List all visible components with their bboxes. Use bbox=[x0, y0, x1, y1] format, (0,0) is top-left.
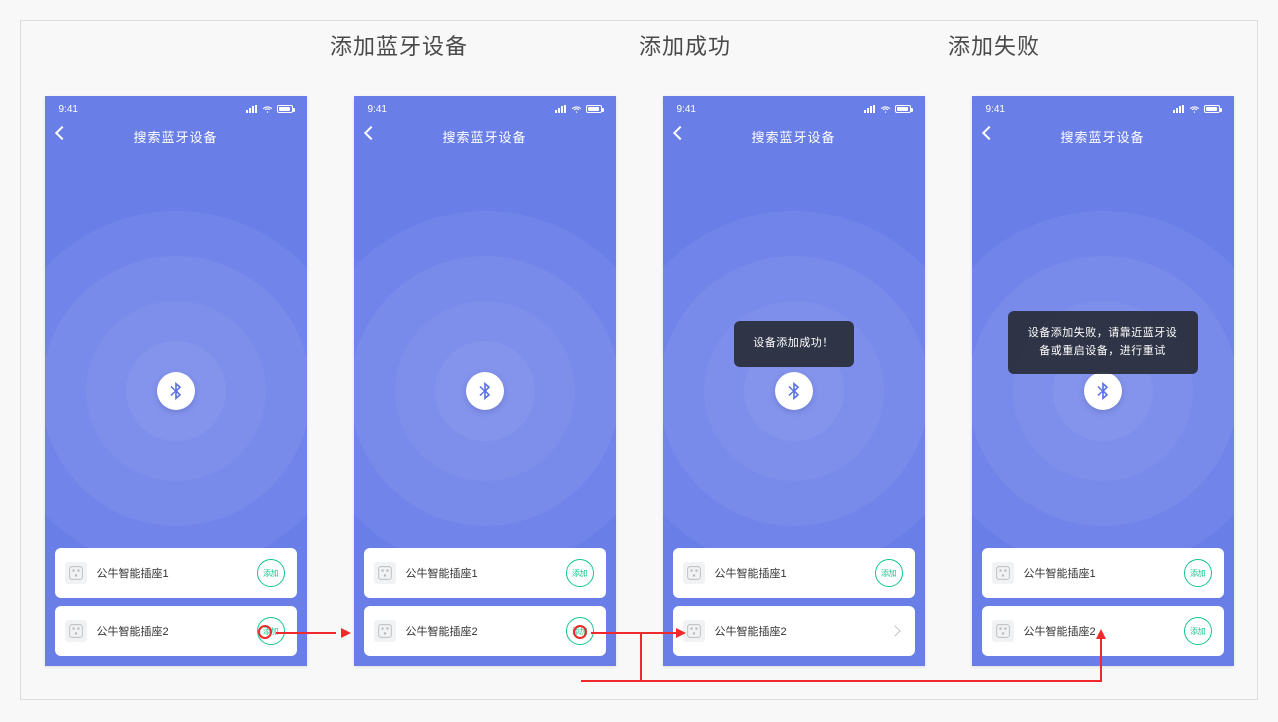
status-bar: 9:41 bbox=[663, 96, 925, 116]
device-name: 公牛智能插座1 bbox=[406, 565, 566, 581]
screen-4: 9:41 搜索蓝牙设备 设备添加失败，请靠近蓝牙设备或重启设备，进行重试 bbox=[972, 96, 1234, 666]
status-time: 9:41 bbox=[368, 104, 387, 115]
navbar: 搜索蓝牙设备 bbox=[354, 116, 616, 156]
device-row[interactable]: 公牛智能插座2 bbox=[673, 606, 915, 656]
battery-icon bbox=[586, 105, 602, 113]
bluetooth-icon bbox=[157, 372, 195, 410]
status-bar: 9:41 bbox=[354, 96, 616, 116]
add-button[interactable]: 添加 bbox=[875, 559, 903, 587]
device-name: 公牛智能插座2 bbox=[715, 623, 891, 639]
bluetooth-icon bbox=[775, 372, 813, 410]
device-name: 公牛智能插座2 bbox=[406, 623, 566, 639]
wifi-icon bbox=[262, 105, 273, 114]
label-fail: 添加失败 bbox=[948, 29, 1257, 61]
add-button[interactable]: 添加 bbox=[1184, 559, 1212, 587]
signal-icon bbox=[246, 105, 258, 113]
socket-icon bbox=[992, 620, 1014, 642]
signal-icon bbox=[1173, 105, 1185, 113]
radar bbox=[972, 211, 1234, 571]
wifi-icon bbox=[1189, 105, 1200, 114]
add-button[interactable]: 添加 bbox=[257, 559, 285, 587]
back-icon[interactable] bbox=[981, 126, 995, 140]
add-button[interactable]: 添加 bbox=[566, 559, 594, 587]
success-toast: 设备添加成功！ bbox=[734, 321, 854, 367]
add-button[interactable]: 添加 bbox=[566, 617, 594, 645]
back-icon[interactable] bbox=[54, 126, 68, 140]
device-row: 公牛智能插座2 添加 bbox=[55, 606, 297, 656]
signal-icon bbox=[555, 105, 567, 113]
status-time: 9:41 bbox=[986, 104, 1005, 115]
device-row: 公牛智能插座1 添加 bbox=[55, 548, 297, 598]
device-row: 公牛智能插座1 添加 bbox=[673, 548, 915, 598]
battery-icon bbox=[895, 105, 911, 113]
wifi-icon bbox=[880, 105, 891, 114]
bluetooth-icon bbox=[466, 372, 504, 410]
add-button[interactable]: 添加 bbox=[257, 617, 285, 645]
flow-diagram: 添加蓝牙设备 添加成功 添加失败 9:41 搜索蓝牙设备 bbox=[20, 20, 1258, 700]
socket-icon bbox=[683, 562, 705, 584]
radar bbox=[45, 211, 307, 571]
screens-row: 9:41 搜索蓝牙设备 公牛智能插座1 bbox=[21, 96, 1257, 666]
status-time: 9:41 bbox=[677, 104, 696, 115]
navbar: 搜索蓝牙设备 bbox=[663, 116, 925, 156]
bluetooth-icon bbox=[1084, 372, 1122, 410]
page-title: 搜索蓝牙设备 bbox=[133, 127, 217, 146]
device-row: 公牛智能插座1 添加 bbox=[982, 548, 1224, 598]
column-labels: 添加蓝牙设备 添加成功 添加失败 bbox=[21, 29, 1257, 61]
navbar: 搜索蓝牙设备 bbox=[45, 116, 307, 156]
status-bar: 9:41 bbox=[972, 96, 1234, 116]
socket-icon bbox=[683, 620, 705, 642]
add-button[interactable]: 添加 bbox=[1184, 617, 1212, 645]
wifi-icon bbox=[571, 105, 582, 114]
back-icon[interactable] bbox=[672, 126, 686, 140]
signal-icon bbox=[864, 105, 876, 113]
screen-1: 9:41 搜索蓝牙设备 公牛智能插座1 bbox=[45, 96, 307, 666]
socket-icon bbox=[374, 620, 396, 642]
page-title: 搜索蓝牙设备 bbox=[442, 127, 526, 146]
device-name: 公牛智能插座1 bbox=[715, 565, 875, 581]
battery-icon bbox=[1204, 105, 1220, 113]
socket-icon bbox=[992, 562, 1014, 584]
socket-icon bbox=[374, 562, 396, 584]
chevron-right-icon bbox=[889, 625, 900, 636]
page-title: 搜索蓝牙设备 bbox=[751, 127, 835, 146]
socket-icon bbox=[65, 620, 87, 642]
device-name: 公牛智能插座1 bbox=[97, 565, 257, 581]
socket-icon bbox=[65, 562, 87, 584]
device-name: 公牛智能插座1 bbox=[1024, 565, 1184, 581]
screen-3: 9:41 搜索蓝牙设备 设备添加成功！ bbox=[663, 96, 925, 666]
screen-2: 9:41 搜索蓝牙设备 公牛智能插座1 bbox=[354, 96, 616, 666]
status-time: 9:41 bbox=[59, 104, 78, 115]
device-name: 公牛智能插座2 bbox=[97, 623, 257, 639]
device-name: 公牛智能插座2 bbox=[1024, 623, 1184, 639]
back-icon[interactable] bbox=[363, 126, 377, 140]
fail-toast: 设备添加失败，请靠近蓝牙设备或重启设备，进行重试 bbox=[1008, 311, 1198, 374]
device-row: 公牛智能插座2 添加 bbox=[364, 606, 606, 656]
battery-icon bbox=[277, 105, 293, 113]
page-title: 搜索蓝牙设备 bbox=[1060, 127, 1144, 146]
navbar: 搜索蓝牙设备 bbox=[972, 116, 1234, 156]
device-row: 公牛智能插座2 添加 bbox=[982, 606, 1224, 656]
label-success: 添加成功 bbox=[639, 29, 948, 61]
label-add-bt: 添加蓝牙设备 bbox=[330, 29, 639, 61]
radar bbox=[354, 211, 616, 571]
status-bar: 9:41 bbox=[45, 96, 307, 116]
radar bbox=[663, 211, 925, 571]
device-row: 公牛智能插座1 添加 bbox=[364, 548, 606, 598]
